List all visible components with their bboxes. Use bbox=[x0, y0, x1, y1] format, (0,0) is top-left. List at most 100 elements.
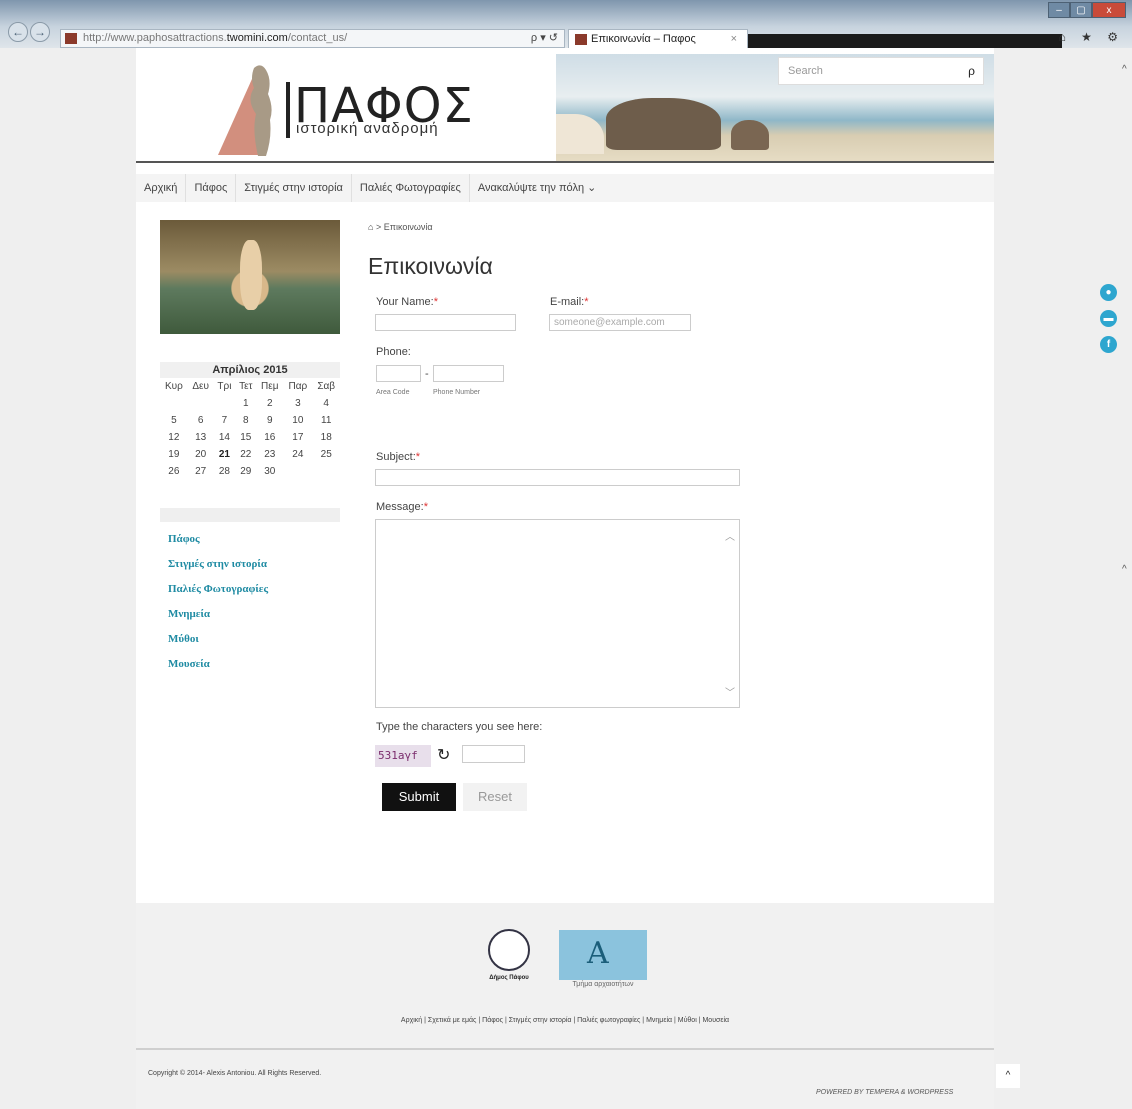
captcha-field[interactable] bbox=[462, 745, 525, 763]
calendar-day[interactable]: 12 bbox=[160, 429, 188, 446]
url-path: /contact_us/ bbox=[287, 32, 348, 44]
scroll-marker-icon[interactable]: ^ bbox=[1122, 564, 1127, 575]
calendar-day[interactable]: 9 bbox=[256, 412, 283, 429]
calendar-day[interactable]: 18 bbox=[312, 429, 340, 446]
back-button[interactable]: ← bbox=[8, 22, 28, 42]
powered-by-text[interactable]: POWERED BY TEMPERA & WORDPRESS bbox=[816, 1089, 953, 1096]
name-field[interactable] bbox=[375, 314, 516, 331]
message-textarea[interactable]: ︿ ﹀ bbox=[375, 519, 740, 708]
calendar-day[interactable]: 10 bbox=[283, 412, 312, 429]
calendar-day[interactable]: 26 bbox=[160, 463, 188, 480]
browser-toolbar-icons[interactable]: ⌂ ★ ⚙ bbox=[1059, 30, 1124, 44]
nav-item-history[interactable]: Στιγμές στην ιστορία bbox=[236, 174, 352, 202]
calendar-day[interactable]: 19 bbox=[160, 446, 188, 463]
calendar-day[interactable]: 7 bbox=[214, 412, 236, 429]
calendar-day[interactable]: 20 bbox=[188, 446, 214, 463]
close-window-button[interactable]: x bbox=[1092, 2, 1126, 18]
calendar-day[interactable]: 4 bbox=[312, 395, 340, 412]
subject-field[interactable] bbox=[375, 469, 740, 486]
tab-close-icon[interactable]: × bbox=[731, 30, 737, 48]
sidebar-link-history[interactable]: Στιγμές στην ιστορία bbox=[168, 557, 268, 582]
back-to-top-button[interactable]: ^ bbox=[996, 1064, 1020, 1088]
calendar-day[interactable]: 24 bbox=[283, 446, 312, 463]
calendar-day[interactable]: 1 bbox=[235, 395, 256, 412]
calendar-day bbox=[312, 463, 340, 480]
sidebar-link-museums[interactable]: Μουσεία bbox=[168, 657, 268, 682]
calendar-day[interactable]: 21 bbox=[214, 446, 236, 463]
area-code-field[interactable] bbox=[376, 365, 421, 382]
calendar-day[interactable]: 13 bbox=[188, 429, 214, 446]
sidebar-link-monuments[interactable]: Μνημεία bbox=[168, 607, 268, 632]
calendar-week: 5 6 7 8 9 10 11 bbox=[160, 412, 340, 429]
nav-item-home[interactable]: Αρχική bbox=[136, 174, 187, 202]
calendar-day[interactable]: 11 bbox=[312, 412, 340, 429]
calendar-day[interactable]: 16 bbox=[256, 429, 283, 446]
calendar-day[interactable]: 23 bbox=[256, 446, 283, 463]
site-favicon bbox=[65, 33, 77, 44]
phone-dash: - bbox=[425, 368, 429, 380]
url-prefix: http://www.paphosattractions. bbox=[83, 32, 227, 44]
search-placeholder: Search bbox=[788, 65, 823, 77]
calendar-day[interactable]: 17 bbox=[283, 429, 312, 446]
nav-item-old-photos[interactable]: Παλιές Φωτογραφίες bbox=[352, 174, 470, 202]
logo-bar bbox=[286, 82, 290, 138]
forward-button[interactable]: → bbox=[30, 22, 50, 42]
site-header: ΠΑΦΟΣ ιστορική αναδρομή Search ρ bbox=[136, 48, 994, 163]
minimize-button[interactable]: – bbox=[1048, 2, 1070, 18]
person-icon[interactable]: ● bbox=[1100, 284, 1117, 301]
name-label: Your Name:* bbox=[376, 296, 438, 308]
calendar-week: 26 27 28 29 30 bbox=[160, 463, 340, 480]
tab-title: Επικοινωνία – Παφος bbox=[591, 33, 696, 45]
browser-tab[interactable]: Επικοινωνία – Παφος × bbox=[568, 29, 748, 48]
address-bar[interactable]: http://www.paphosattractions.twomini.com… bbox=[60, 29, 565, 48]
sidebar-link-old-photos[interactable]: Παλιές Φωτογραφίες bbox=[168, 582, 268, 607]
sidebar-link-myths[interactable]: Μύθοι bbox=[168, 632, 268, 657]
calendar-day[interactable]: 3 bbox=[283, 395, 312, 412]
scroll-up-icon[interactable]: ︿ bbox=[725, 528, 735, 543]
message-label-text: Message: bbox=[376, 501, 424, 513]
email-field[interactable]: someone@example.com bbox=[549, 314, 691, 331]
address-tools[interactable]: ρ ▾ ↺ bbox=[531, 30, 558, 47]
calendar-table: Κυρ Δευ Τρι Τετ Πεμ Παρ Σαβ 1 2 3 4 5 6 7 8 9 10 11 12 13 1… bbox=[160, 378, 340, 480]
search-input[interactable]: Search ρ bbox=[778, 57, 984, 85]
required-mark: * bbox=[423, 501, 428, 513]
footer-links[interactable]: Αρχική | Σχετικά με εμάς | Πάφος | Στιγμ… bbox=[136, 1017, 994, 1024]
scroll-up-arrow-icon[interactable]: ^ bbox=[1122, 64, 1127, 75]
message-label: Message:* bbox=[376, 501, 428, 513]
refresh-captcha-icon[interactable]: ↻ bbox=[437, 745, 450, 765]
calendar-day[interactable]: 29 bbox=[235, 463, 256, 480]
calendar-day[interactable]: 25 bbox=[312, 446, 340, 463]
calendar-day[interactable]: 15 bbox=[235, 429, 256, 446]
antiquities-logo: Α Τμήμα αρχαιοτήτων bbox=[559, 930, 647, 988]
painting-figure bbox=[240, 240, 262, 310]
submit-button[interactable]: Submit bbox=[382, 783, 456, 811]
calendar-day[interactable]: 22 bbox=[235, 446, 256, 463]
site-footer: Δήμος Πάφου Α Τμήμα αρχαιοτήτων Αρχική |… bbox=[136, 903, 994, 1109]
sidebar-link-paphos[interactable]: Πάφος bbox=[168, 532, 268, 557]
calendar-weekday: Τετ bbox=[239, 381, 253, 392]
footer-divider bbox=[136, 1048, 994, 1050]
calendar-day[interactable]: 5 bbox=[160, 412, 188, 429]
calendar-day[interactable]: 2 bbox=[256, 395, 283, 412]
calendar-day[interactable]: 28 bbox=[214, 463, 236, 480]
nav-item-paphos[interactable]: Πάφος bbox=[186, 174, 237, 202]
maximize-button[interactable]: ▢ bbox=[1070, 2, 1092, 18]
reset-button[interactable]: Reset bbox=[463, 783, 527, 811]
calendar-weekdays: Κυρ Δευ Τρι Τετ Πεμ Παρ Σαβ bbox=[160, 378, 340, 395]
phone-number-field[interactable] bbox=[433, 365, 504, 382]
chat-icon[interactable]: ▬ bbox=[1100, 310, 1117, 327]
calendar-day[interactable]: 14 bbox=[214, 429, 236, 446]
scroll-down-icon[interactable]: ﹀ bbox=[725, 684, 735, 699]
search-icon[interactable]: ρ bbox=[968, 58, 975, 84]
calendar-day[interactable]: 6 bbox=[188, 412, 214, 429]
facebook-icon[interactable]: f bbox=[1100, 336, 1117, 353]
calendar-day bbox=[188, 395, 214, 412]
home-icon[interactable]: ⌂ bbox=[368, 222, 373, 232]
nav-item-discover[interactable]: Ανακαλύψτε την πόλη ⌄ bbox=[470, 174, 605, 202]
calendar-day[interactable]: 27 bbox=[188, 463, 214, 480]
calendar-day[interactable]: 30 bbox=[256, 463, 283, 480]
header-image-rock bbox=[606, 98, 721, 150]
sidebar-widget-header bbox=[160, 508, 340, 522]
calendar-day[interactable]: 8 bbox=[235, 412, 256, 429]
tab-strip bbox=[748, 34, 1062, 48]
